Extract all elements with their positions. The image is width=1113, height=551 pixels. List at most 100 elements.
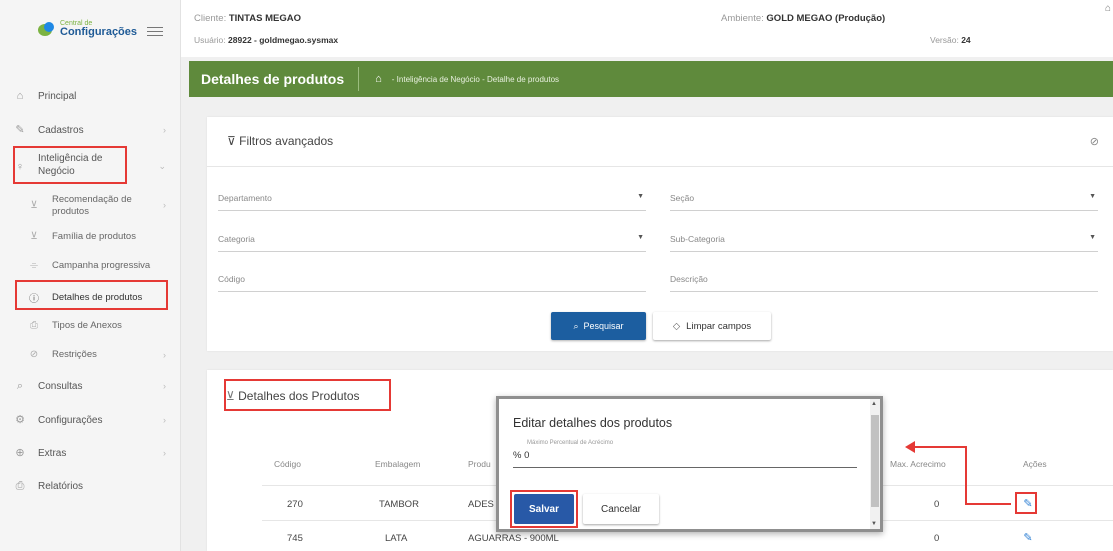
dropdown-arrow-icon: ▼: [1089, 234, 1096, 241]
cell-max-acrecimo: 0: [934, 499, 940, 510]
column-header-produto[interactable]: Produ: [468, 459, 491, 469]
ambiente-value: GOLD MEGAO (Produção): [766, 13, 886, 24]
sidebar-subitem-label: Família de produtos: [52, 231, 136, 242]
subcategoria-placeholder: Sub-Categoria: [670, 234, 725, 244]
column-header-embalagem[interactable]: Embalagem: [375, 459, 420, 469]
modal-scrollbar[interactable]: ▲ ▼: [870, 399, 880, 529]
column-header-codigo[interactable]: Código: [274, 459, 301, 469]
annotation-highlight-box: [510, 490, 578, 528]
edit-icon[interactable]: ✎: [1021, 531, 1035, 545]
sidebar-item-label: Configurações: [38, 414, 103, 426]
versao-info: Versão: 24: [930, 35, 971, 45]
app-logo[interactable]: Central de Configurações: [38, 14, 137, 44]
ambiente-info: Ambiente: GOLD MEGAO (Produção): [721, 13, 885, 24]
clear-fields-button[interactable]: ◇ Limpar campos: [653, 312, 771, 340]
plus-circle-icon: ⊕: [15, 447, 25, 459]
sidebar-subitem-restricoes[interactable]: ⊘ Restrições ›: [0, 349, 180, 360]
home-icon[interactable]: ⌂: [1105, 3, 1111, 14]
cell-embalagem: LATA: [385, 533, 408, 544]
breadcrumb: - Inteligência de Negócio - Detalhe de p…: [391, 74, 560, 84]
chart-icon: ⌯: [30, 260, 38, 271]
page-title: Detalhes de produtos: [201, 71, 345, 87]
top-header: Cliente: TINTAS MEGAO Usuário: 28922 - g…: [181, 0, 1113, 57]
printer-icon: ⎙: [15, 480, 25, 492]
categoria-select[interactable]: Categoria ▼: [218, 234, 646, 252]
filters-card: ⊽ Filtros avançados ⊘ Departamento ▼ Seç…: [207, 117, 1113, 351]
cloud-icon: [38, 22, 56, 36]
versao-label: Versão:: [930, 35, 959, 45]
hide-filters-icon[interactable]: ⊘: [1090, 135, 1099, 148]
filters-title-text: Filtros avançados: [239, 134, 334, 148]
sidebar-item-label: Consultas: [38, 380, 83, 392]
sidebar-item-label: Cadastros: [38, 124, 84, 136]
max-percent-input[interactable]: % 0: [513, 450, 857, 468]
chevron-right-icon: ›: [163, 415, 166, 425]
sidebar-subitem-label: Campanha progressiva: [52, 260, 151, 271]
cell-max-acrecimo: 0: [934, 533, 940, 544]
logo-big-text: Configurações: [60, 26, 138, 38]
column-header-acoes: Ações: [1023, 459, 1047, 469]
sidebar-item-relatorios[interactable]: ⎙ Relatórios: [0, 480, 180, 492]
app-window: Central de Configurações ⌂ Principal ✎ C…: [0, 0, 1113, 551]
sidebar-subitem-recomendacao[interactable]: ⊻ Recomendação de produtos ›: [0, 194, 180, 219]
cell-produto: ADES: [468, 499, 494, 510]
sidebar-subitem-campanha[interactable]: ⌯ Campanha progressiva: [0, 260, 180, 271]
ambiente-label: Ambiente:: [721, 13, 764, 24]
cell-produto: AGUARRAS - 900ML: [468, 533, 559, 544]
basket-icon: ⊻: [30, 200, 38, 211]
menu-toggle-icon[interactable]: [147, 27, 163, 39]
sidebar-subitem-anexos[interactable]: ⎙ Tipos de Anexos: [0, 320, 180, 331]
scroll-down-icon[interactable]: ▼: [871, 521, 877, 527]
sidebar-item-extras[interactable]: ⊕ Extras ›: [0, 447, 180, 459]
sidebar-item-configuracoes[interactable]: ⚙ Configurações ›: [0, 414, 180, 426]
scrollbar-thumb[interactable]: [871, 415, 879, 507]
edit-icon: ✎: [15, 124, 25, 136]
descricao-input[interactable]: Descrição: [670, 274, 1098, 292]
chevron-right-icon: ›: [163, 381, 166, 391]
modal-field-label: Máximo Percentual de Acrécimo: [527, 440, 614, 446]
page-titlebar: Detalhes de produtos ⌂ - Inteligência de…: [189, 61, 1113, 97]
sidebar-item-label: Relatórios: [38, 480, 84, 492]
descricao-placeholder: Descrição: [670, 274, 708, 284]
departamento-select[interactable]: Departamento ▼: [218, 193, 646, 211]
sidebar-item-cadastros[interactable]: ✎ Cadastros ›: [0, 124, 180, 136]
filters-header: ⊽ Filtros avançados ⊘: [207, 117, 1113, 167]
chevron-down-icon: ⌄: [158, 161, 166, 171]
codigo-input[interactable]: Código: [218, 274, 646, 292]
sidebar-item-consultas[interactable]: ⌕ Consultas ›: [0, 380, 180, 392]
home-icon[interactable]: ⌂: [375, 73, 382, 85]
column-header-max-acrecimo[interactable]: Max. Acrecimo: [890, 459, 946, 469]
secao-select[interactable]: Seção ▼: [670, 193, 1098, 211]
sidebar-item-principal[interactable]: ⌂ Principal: [0, 90, 180, 102]
categoria-placeholder: Categoria: [218, 234, 255, 244]
departamento-placeholder: Departamento: [218, 193, 272, 203]
sidebar-subitem-label: Tipos de Anexos: [52, 320, 122, 331]
annotation-arrowhead: [905, 441, 915, 453]
secao-placeholder: Seção: [670, 193, 695, 203]
annotation-arrow: [913, 446, 967, 448]
search-button-label: Pesquisar: [583, 321, 624, 331]
scroll-up-icon[interactable]: ▲: [871, 401, 877, 407]
home-icon: ⌂: [16, 90, 24, 102]
chevron-right-icon: ›: [163, 448, 166, 458]
sidebar-item-label: Principal: [38, 90, 77, 102]
sidebar-subitem-familia[interactable]: ⊻ Família de produtos: [0, 231, 180, 242]
cancel-button[interactable]: Cancelar: [583, 494, 659, 524]
annotation-arrow: [965, 446, 967, 505]
block-icon: ⊘: [29, 349, 39, 360]
edit-modal: Editar detalhes dos produtos Máximo Perc…: [496, 396, 883, 532]
filter-icon: ⊽: [227, 134, 236, 148]
annotation-highlight-box: [1015, 492, 1037, 514]
annotation-highlight-box: [15, 280, 168, 310]
usuario-value: 28922 - goldmegao.sysmax: [228, 35, 339, 45]
search-icon: ⌕: [573, 320, 579, 331]
sidebar: Central de Configurações ⌂ Principal ✎ C…: [0, 0, 181, 551]
codigo-placeholder: Código: [218, 274, 245, 284]
usuario-label: Usuário:: [194, 35, 226, 45]
max-percent-value: % 0: [513, 450, 530, 461]
search-button[interactable]: ⌕ Pesquisar: [551, 312, 646, 340]
title-divider: [358, 67, 360, 91]
dropdown-arrow-icon: ▼: [637, 234, 644, 241]
subcategoria-select[interactable]: Sub-Categoria ▼: [670, 234, 1098, 252]
versao-value: 24: [961, 35, 971, 45]
